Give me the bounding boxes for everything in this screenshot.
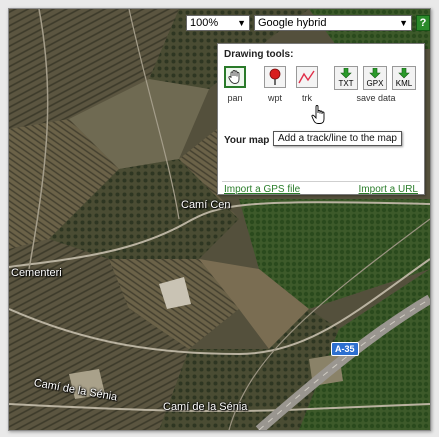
waypoint-tool-button[interactable]: [264, 66, 286, 88]
save-txt-label: TXT: [338, 79, 354, 88]
your-map-heading: Your map: [224, 135, 270, 146]
zoom-select[interactable]: 100% ▼: [186, 15, 250, 31]
hand-cursor-icon: [311, 105, 325, 124]
hand-icon: [228, 70, 240, 84]
download-arrow-icon: [398, 68, 410, 79]
track-tooltip: Add a track/line to the map: [273, 131, 402, 146]
save-kml-label: KML: [395, 79, 413, 88]
track-tool-label: trk: [302, 93, 312, 103]
divider: [222, 181, 420, 182]
map-label-cami-cen: Camí Cen: [181, 199, 231, 211]
map-label-cementeri: Cementeri: [11, 267, 62, 279]
save-txt-button[interactable]: TXT: [334, 66, 358, 90]
download-arrow-icon: [369, 68, 381, 79]
download-arrow-icon: [340, 68, 352, 79]
import-url-link[interactable]: Import a URL: [359, 184, 418, 195]
track-line-icon: [298, 70, 315, 84]
import-gps-link[interactable]: Import a GPS file: [224, 184, 300, 195]
save-gpx-button[interactable]: GPX: [363, 66, 387, 90]
chevron-down-icon: ▼: [399, 18, 408, 28]
map-type-value: Google hybrid: [258, 17, 327, 29]
save-data-caption: save data: [356, 93, 396, 103]
map-frame: Camí Cen Cementeri Camí de la Sénia Camí…: [8, 8, 431, 431]
waypoint-tool-label: wpt: [267, 93, 282, 103]
map-controls: 100% ▼ Google hybrid ▼ ?: [186, 15, 430, 31]
chevron-down-icon: ▼: [237, 18, 246, 28]
panel-title: Drawing tools:: [224, 49, 294, 60]
pan-tool-label: pan: [227, 93, 243, 103]
highway-shield: A-35: [331, 342, 359, 356]
track-tool-button[interactable]: [296, 66, 318, 88]
map-type-select[interactable]: Google hybrid ▼: [254, 15, 412, 31]
map-label-cami-senia-2: Camí de la Sénia: [163, 401, 248, 413]
pan-tool-button[interactable]: [224, 66, 246, 88]
zoom-value: 100%: [190, 17, 219, 29]
save-gpx-label: GPX: [366, 79, 384, 88]
help-button[interactable]: ?: [416, 15, 430, 31]
save-kml-button[interactable]: KML: [392, 66, 416, 90]
map-pin-icon: [269, 68, 281, 85]
